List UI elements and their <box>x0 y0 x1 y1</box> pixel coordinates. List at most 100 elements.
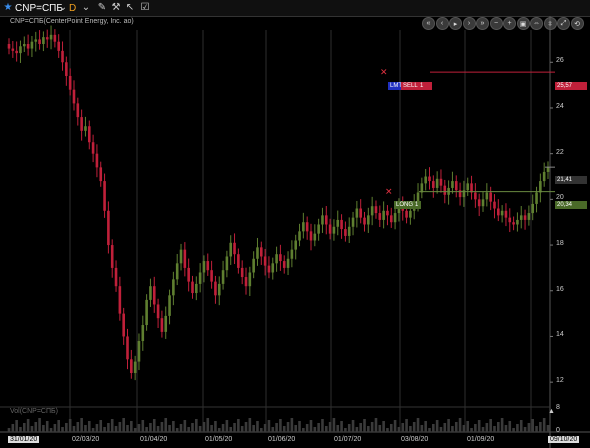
volume-bar <box>508 421 512 432</box>
candle-body <box>493 201 496 209</box>
candle-body <box>34 39 38 42</box>
volume-bar <box>443 423 447 432</box>
candle-body <box>210 270 213 282</box>
candle-body <box>432 181 435 188</box>
candle-body <box>519 215 523 220</box>
volume-bar <box>416 418 420 432</box>
candle-body <box>531 203 535 214</box>
candle-body <box>244 277 248 287</box>
candle-body <box>206 261 210 271</box>
volume-bar <box>516 424 519 432</box>
candle-body <box>168 295 171 316</box>
volume-bar <box>340 421 343 432</box>
volume-bar <box>474 424 477 432</box>
volume-bar <box>386 428 389 432</box>
long-position-tag[interactable]: LONG <box>394 201 416 209</box>
volume-bar <box>485 423 489 432</box>
volume-bar <box>542 418 546 432</box>
candle-body <box>49 34 53 40</box>
candle-body <box>110 245 114 268</box>
candle-body <box>271 263 275 273</box>
volume-bar <box>145 427 148 432</box>
volume-bar <box>294 425 298 432</box>
volume-bar <box>87 421 91 432</box>
volume-bar <box>30 426 34 432</box>
y-tick-label: 16 <box>556 285 564 293</box>
candle-body <box>76 103 80 118</box>
candle-body <box>248 272 252 287</box>
volume-bar <box>149 423 152 432</box>
candle-body <box>355 208 359 218</box>
volume-bar <box>454 422 458 432</box>
candle-body <box>382 210 385 220</box>
volume-bar <box>42 425 45 432</box>
volume-bar <box>378 425 382 432</box>
candle-body <box>72 89 76 104</box>
volume-bar <box>389 424 393 432</box>
volume-bar <box>11 424 15 432</box>
long-position-price-tag: 20,34 <box>555 201 587 209</box>
x-tick-label: 01/05/20 <box>205 436 233 443</box>
volume-bar <box>214 421 217 432</box>
candle-body <box>26 43 30 49</box>
volume-bar <box>355 427 359 432</box>
candle-body <box>374 206 378 214</box>
candle-body <box>267 265 271 273</box>
candle-body <box>217 283 221 296</box>
volume-bar <box>68 419 72 432</box>
volume-bar <box>240 426 244 432</box>
volume-bar <box>267 420 271 432</box>
volume-bar <box>80 418 83 432</box>
candle-body <box>313 233 317 241</box>
volume-bar <box>359 423 362 432</box>
candle-body <box>393 213 397 223</box>
volume-bar <box>133 428 137 432</box>
candle-body <box>546 167 550 172</box>
candle-body <box>378 213 382 220</box>
volume-bar <box>420 425 424 432</box>
volume-bar <box>221 424 225 432</box>
volume-bar <box>195 419 198 432</box>
volume-bar <box>309 420 313 432</box>
price-chart[interactable]: ✕✕ <box>0 0 590 448</box>
volume-bar <box>95 424 99 432</box>
x-tick-label: 01/07/20 <box>334 436 362 443</box>
candle-body <box>122 313 125 337</box>
volume-bar <box>229 427 233 432</box>
sell-order-qty-tag[interactable]: 1 <box>418 82 432 90</box>
candle-body <box>542 171 546 182</box>
candle-body <box>516 219 519 225</box>
candle-body <box>38 39 41 44</box>
candle-body <box>68 75 72 90</box>
volume-bar <box>462 425 466 432</box>
candle-body <box>405 210 408 218</box>
candle-body <box>130 359 133 374</box>
candle-body <box>259 247 263 257</box>
candle-body <box>252 258 255 273</box>
volume-bar <box>512 428 515 432</box>
candle-body <box>233 242 236 255</box>
candle-body <box>15 50 18 54</box>
candle-body <box>290 249 294 259</box>
volume-bar <box>546 425 550 432</box>
volume-scale-icon[interactable]: ▲ <box>548 408 555 415</box>
candle-body <box>305 222 309 232</box>
volume-bar <box>168 425 171 432</box>
sell-order-side-tag[interactable]: SELL <box>401 82 420 90</box>
candle-body <box>302 222 305 232</box>
candle-body <box>240 267 244 278</box>
candle-body <box>485 192 489 200</box>
volume-bar <box>107 423 110 432</box>
volume-bar <box>328 422 332 432</box>
volume-bar <box>493 426 496 432</box>
volume-bar <box>156 426 160 432</box>
candle-body <box>19 46 22 54</box>
volume-bar <box>424 421 427 432</box>
volume-bar <box>99 420 103 432</box>
volume-tick-label: 8 <box>556 404 560 411</box>
candle-body <box>363 217 366 225</box>
candle-body <box>466 183 470 191</box>
volume-bar <box>279 419 282 432</box>
volume-bar <box>57 420 60 432</box>
candle-body <box>344 229 347 236</box>
